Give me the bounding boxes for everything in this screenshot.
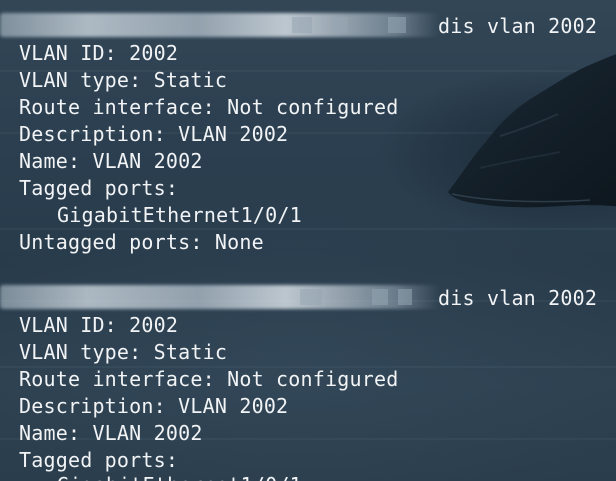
vlan-id-line: VLAN ID: 2002 (19, 313, 179, 337)
command-text: dis vlan 2002 (438, 286, 598, 310)
vlan-type-line: VLAN type: Static (19, 68, 228, 92)
tagged-port-entry: GigabitEthernet1/0/1 (19, 472, 302, 481)
vlan-type-line: VLAN type: Static (19, 340, 228, 364)
wallpaper-rock-icon (448, 54, 616, 208)
redacted-segment (398, 289, 412, 305)
route-interface-line: Route interface: Not configured (19, 367, 399, 391)
redacted-segment (388, 17, 406, 33)
redacted-segment (372, 289, 388, 305)
untagged-ports-line: Untagged ports: None (19, 230, 264, 254)
command-text: dis vlan 2002 (438, 14, 598, 38)
tagged-ports-line: Tagged ports: (19, 448, 179, 472)
tagged-port-entry: GigabitEthernet1/0/1 (57, 203, 302, 227)
redacted-prompt (0, 13, 440, 37)
name-line: Name: VLAN 2002 (19, 421, 203, 445)
redacted-segment (332, 17, 348, 33)
terminal-window[interactable]: dis vlan 2002 VLAN ID: 2002 VLAN type: S… (0, 0, 616, 481)
redacted-segment (292, 17, 312, 33)
vlan-id-line: VLAN ID: 2002 (19, 41, 179, 65)
name-line: Name: VLAN 2002 (19, 149, 203, 173)
description-line: Description: VLAN 2002 (19, 122, 289, 146)
description-line: Description: VLAN 2002 (19, 394, 289, 418)
redacted-segment (300, 289, 322, 305)
route-interface-line: Route interface: Not configured (19, 95, 399, 119)
tagged-ports-line: Tagged ports: (19, 176, 179, 200)
